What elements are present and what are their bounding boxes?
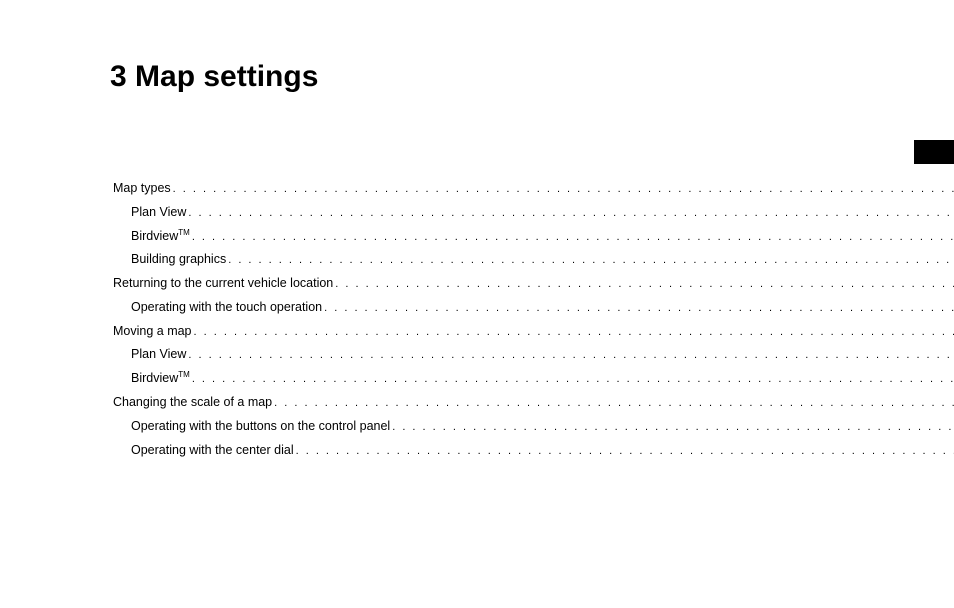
toc-entry: Operating with the center dial3-10 bbox=[113, 439, 954, 463]
toc-leader bbox=[322, 298, 954, 319]
toc-entry: BirdviewTM3-7 bbox=[113, 367, 954, 391]
toc-label: Map types bbox=[113, 177, 171, 201]
toc-leader bbox=[272, 393, 954, 414]
chapter-number: 3 bbox=[110, 60, 127, 93]
chapter-title: 3 Map settings bbox=[110, 60, 864, 94]
toc-leader bbox=[171, 179, 954, 200]
section-tab bbox=[914, 140, 954, 164]
toc-label: Building graphics bbox=[113, 248, 226, 272]
toc-leader bbox=[192, 322, 954, 343]
toc-label: Changing the scale of a map bbox=[113, 391, 272, 415]
toc-label: Plan View bbox=[113, 343, 186, 367]
toc-column-left: Map types3-2Plan View3-2BirdviewTM3-3Bui… bbox=[112, 176, 954, 463]
toc-label: Operating with the buttons on the contro… bbox=[113, 415, 390, 439]
toc-label: Plan View bbox=[113, 201, 186, 225]
toc-entry: BirdviewTM3-3 bbox=[113, 225, 954, 249]
toc-entry: Building graphics3-3 bbox=[113, 248, 954, 272]
toc-label: Returning to the current vehicle locatio… bbox=[113, 272, 333, 296]
toc-label: Operating with the touch operation bbox=[113, 296, 322, 320]
toc-entry: Moving a map3-5 bbox=[113, 320, 954, 344]
trademark-icon: TM bbox=[178, 370, 190, 379]
toc-entry: Map types3-2 bbox=[113, 177, 954, 201]
toc-label: BirdviewTM bbox=[113, 367, 190, 391]
toc-label: Operating with the center dial bbox=[113, 439, 294, 463]
toc-leader bbox=[333, 274, 954, 295]
toc-entry: Operating with the buttons on the contro… bbox=[113, 415, 954, 439]
toc-leader bbox=[390, 417, 954, 438]
toc-label: BirdviewTM bbox=[113, 225, 190, 249]
toc-entry: Returning to the current vehicle locatio… bbox=[113, 272, 954, 296]
toc-leader bbox=[190, 369, 954, 390]
toc-leader bbox=[226, 250, 954, 271]
toc-entry: Changing the scale of a map3-9 bbox=[113, 391, 954, 415]
toc-leader bbox=[294, 441, 954, 462]
page-content: 3 Map settings Map types3-2Plan View3-2B… bbox=[0, 0, 954, 465]
chapter-name: Map settings bbox=[135, 60, 318, 93]
trademark-icon: TM bbox=[178, 228, 190, 237]
toc-leader bbox=[190, 227, 954, 248]
toc-leader bbox=[186, 345, 954, 366]
toc-label: Moving a map bbox=[113, 320, 192, 344]
toc-entry: Operating with the touch operation3-5 bbox=[113, 296, 954, 320]
toc-entry: Plan View3-2 bbox=[113, 201, 954, 225]
toc-table: Map types3-2Plan View3-2BirdviewTM3-3Bui… bbox=[110, 174, 954, 465]
toc-entry: Plan View3-5 bbox=[113, 343, 954, 367]
toc-leader bbox=[186, 203, 954, 224]
